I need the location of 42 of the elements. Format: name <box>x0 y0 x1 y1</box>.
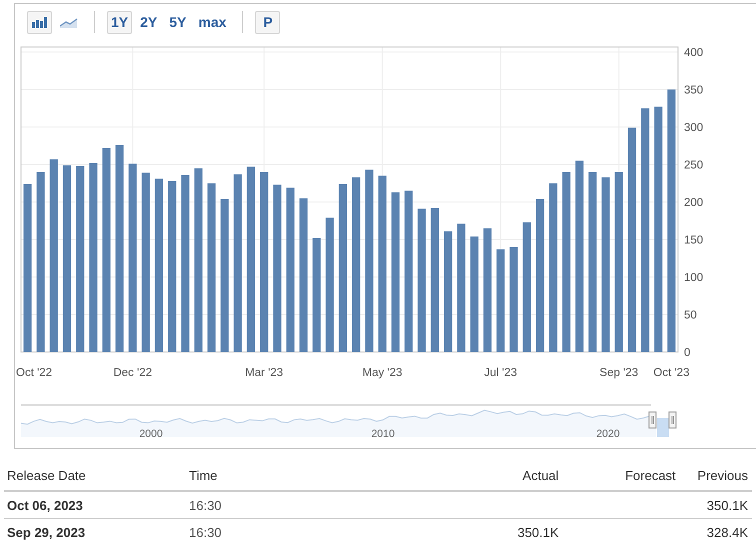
column-header[interactable]: Forecast <box>562 461 680 491</box>
table-cell: Oct 06, 2023 <box>4 491 186 518</box>
table-cell: 16:30 <box>186 518 236 543</box>
column-header[interactable]: Actual <box>236 461 563 491</box>
range-button[interactable]: 1Y <box>107 10 132 34</box>
axis-label: 300 <box>684 122 704 134</box>
axis-label: 400 <box>684 47 704 59</box>
year-label: 2000 <box>139 428 163 440</box>
handle-icon[interactable] <box>648 412 656 428</box>
axis-label: 250 <box>684 160 704 172</box>
axis-label: Dec '22 <box>113 367 152 379</box>
axis-label: 150 <box>684 234 704 246</box>
year-label: 2010 <box>371 428 395 440</box>
table-cell: Sep 29, 2023 <box>4 518 186 543</box>
column-header[interactable]: Previous <box>680 461 752 491</box>
table-cell: 328.4K <box>680 518 752 543</box>
range-button[interactable]: max <box>194 10 230 34</box>
bar-chart-icon <box>32 16 48 28</box>
range-button[interactable]: 2Y <box>136 10 162 34</box>
axis-label: 350 <box>684 84 704 96</box>
axis-label: Jul '23 <box>484 367 518 379</box>
bar-chart-button[interactable] <box>27 10 52 34</box>
axis-label: 100 <box>684 272 704 284</box>
column-header[interactable]: Time <box>186 461 236 491</box>
axis-label: Oct '23 <box>653 367 690 379</box>
year-label: 2020 <box>596 428 620 440</box>
range-selection[interactable] <box>657 418 669 437</box>
table-cell: 16:30 <box>186 491 236 518</box>
table-cell: 350.1K <box>236 518 563 543</box>
axis-label: 200 <box>684 197 704 209</box>
axis-label: 50 <box>684 310 697 322</box>
axis-label: Sep '23 <box>600 367 638 379</box>
print-button[interactable]: P <box>255 10 280 34</box>
range-button[interactable]: 5Y <box>165 10 190 34</box>
handle-icon[interactable] <box>668 412 676 428</box>
column-header[interactable]: Release Date <box>4 461 186 491</box>
axis-label: 0 <box>684 347 690 359</box>
axis-label: Oct '22 <box>16 367 52 379</box>
axis-label: May '23 <box>362 367 402 379</box>
line-chart-icon <box>60 16 78 28</box>
axis-label: Mar '23 <box>245 367 284 379</box>
table-cell: 350.1K <box>680 491 752 518</box>
